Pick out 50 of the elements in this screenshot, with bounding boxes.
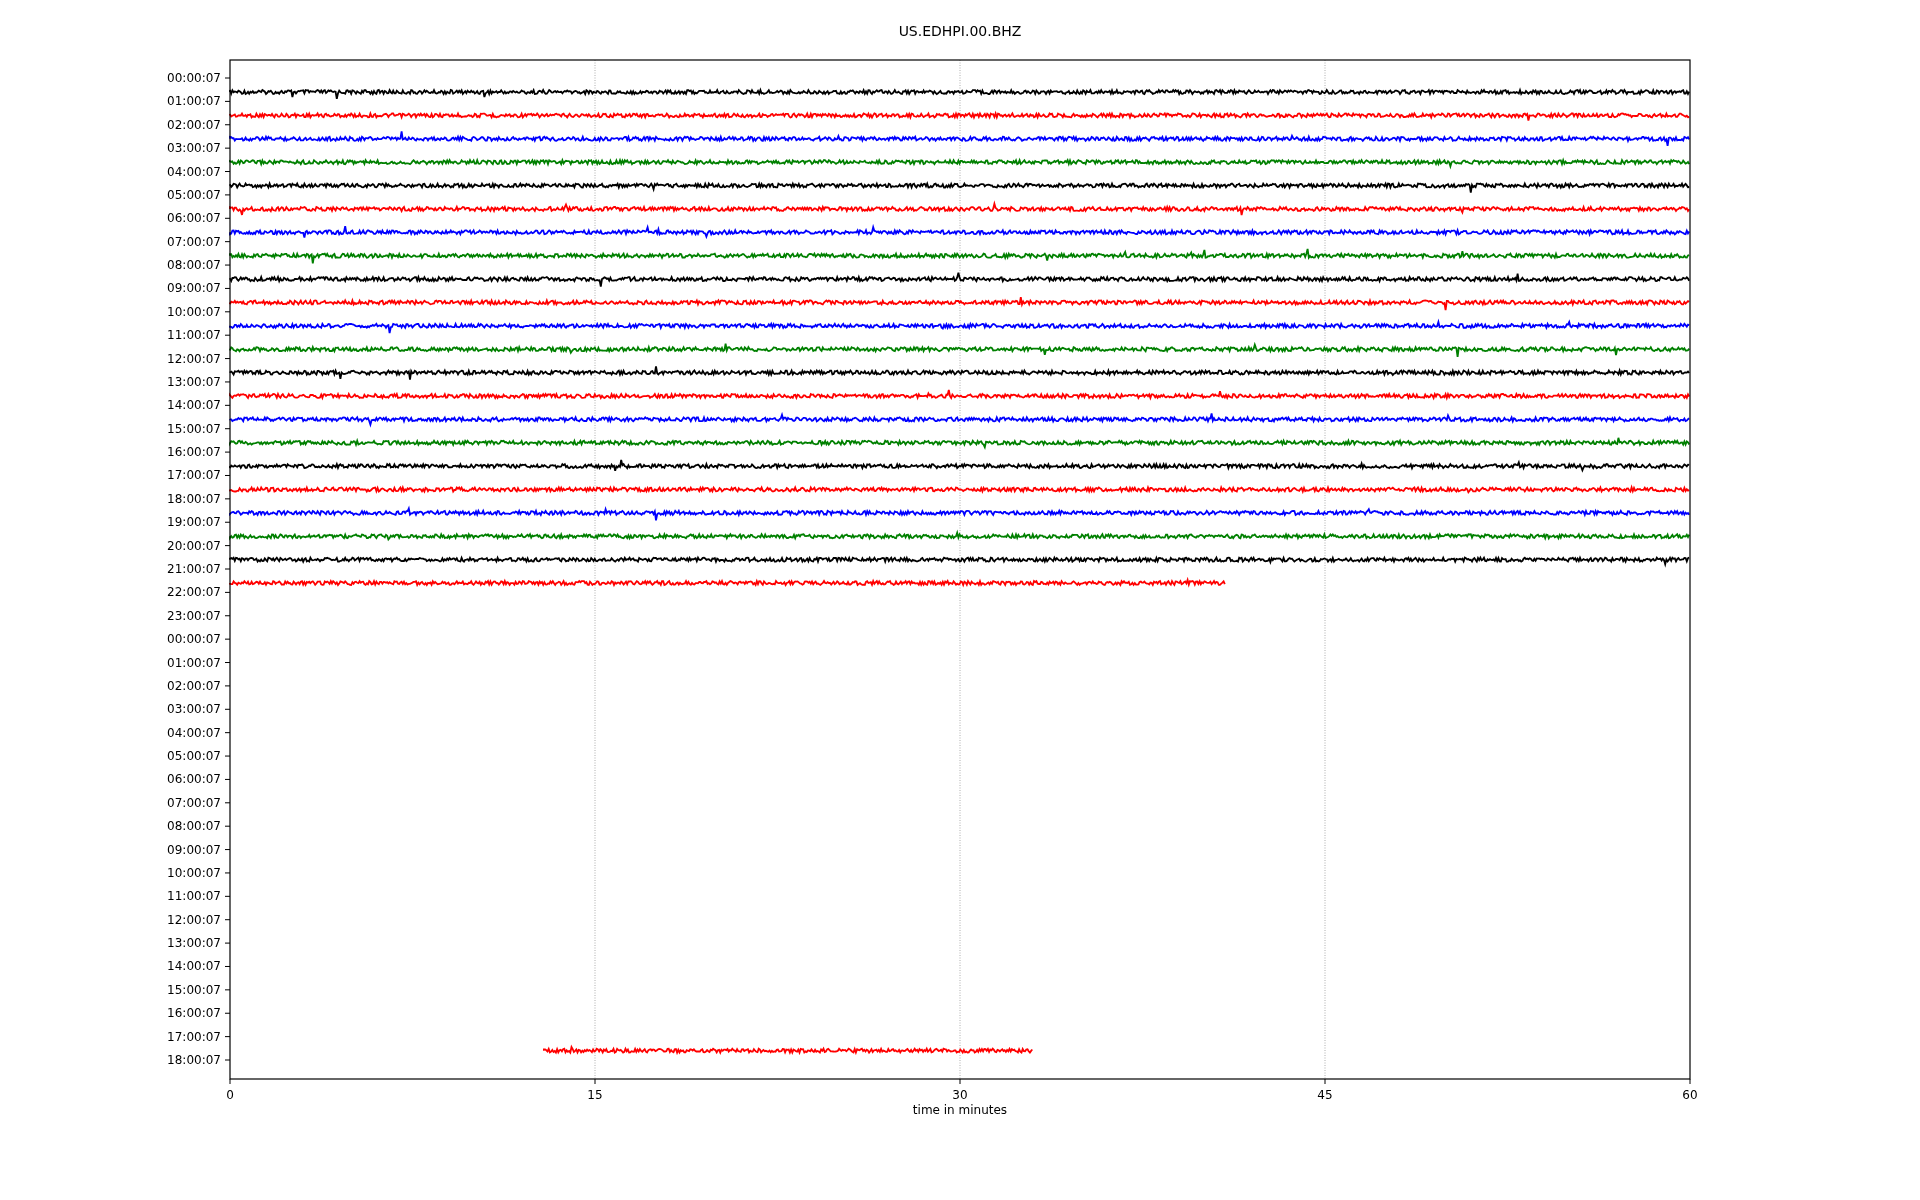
minute-label: 15 xyxy=(587,1088,603,1102)
hour-label: 12:00:07 xyxy=(167,351,221,366)
hour-label: 05:00:07 xyxy=(167,187,221,202)
hour-label: 22:00:07 xyxy=(167,585,221,600)
hour-label: 10:00:07 xyxy=(167,865,221,880)
hour-label: 00:00:07 xyxy=(167,632,221,647)
hour-label: 19:00:07 xyxy=(167,515,221,530)
minute-label: 0 xyxy=(226,1088,234,1102)
hour-label: 17:00:07 xyxy=(167,1029,221,1044)
minute-label: 30 xyxy=(952,1088,968,1102)
hour-label: 17:00:07 xyxy=(167,468,221,483)
hour-label: 09:00:07 xyxy=(167,842,221,857)
hour-label: 13:00:07 xyxy=(167,374,221,389)
plot-title: US.EDHPI.00.BHZ xyxy=(898,23,1022,39)
hour-label: 14:00:07 xyxy=(167,959,221,974)
hour-label: 14:00:07 xyxy=(167,398,221,413)
hour-label: 04:00:07 xyxy=(167,164,221,179)
hour-label: 03:00:07 xyxy=(167,702,221,717)
axis-title: time in minutes xyxy=(912,1103,1008,1117)
hour-label: 18:00:07 xyxy=(167,491,221,506)
hour-label: 04:00:07 xyxy=(167,725,221,740)
hour-label: 02:00:07 xyxy=(167,117,221,132)
hour-label: 11:00:07 xyxy=(167,328,221,343)
hour-label: 21:00:07 xyxy=(167,562,221,576)
hour-label: 23:00:07 xyxy=(167,608,221,623)
hour-label: 12:00:07 xyxy=(167,912,221,927)
hour-label: 16:00:07 xyxy=(167,1006,221,1021)
hour-label: 02:00:07 xyxy=(167,678,221,693)
hour-label: 15:00:07 xyxy=(167,982,221,997)
minute-label: 60 xyxy=(1682,1088,1698,1102)
hour-label: 11:00:07 xyxy=(167,889,221,904)
minute-label: 45 xyxy=(1317,1088,1333,1102)
hour-label: 00:00:07 xyxy=(167,71,221,85)
hour-label: 01:00:07 xyxy=(167,94,221,109)
hour-label: 06:00:07 xyxy=(167,211,221,226)
hour-label: 08:00:07 xyxy=(167,819,221,834)
hour-label: 07:00:07 xyxy=(167,795,221,810)
hour-label: 05:00:07 xyxy=(167,749,221,764)
hour-label: 10:00:07 xyxy=(167,304,221,319)
hour-label: 01:00:07 xyxy=(167,655,221,670)
hour-label: 18:00:07 xyxy=(167,1053,221,1067)
hour-label: 08:00:07 xyxy=(167,258,221,273)
hour-label: 06:00:07 xyxy=(167,772,221,787)
hour-label: 03:00:07 xyxy=(167,141,221,156)
hour-label: 20:00:07 xyxy=(167,538,221,553)
hour-label: 07:00:07 xyxy=(167,234,221,249)
hour-label: 13:00:07 xyxy=(167,936,221,951)
hour-label: 09:00:07 xyxy=(167,281,221,296)
hour-label: 16:00:07 xyxy=(167,445,221,460)
hour-label: 15:00:07 xyxy=(167,421,221,436)
